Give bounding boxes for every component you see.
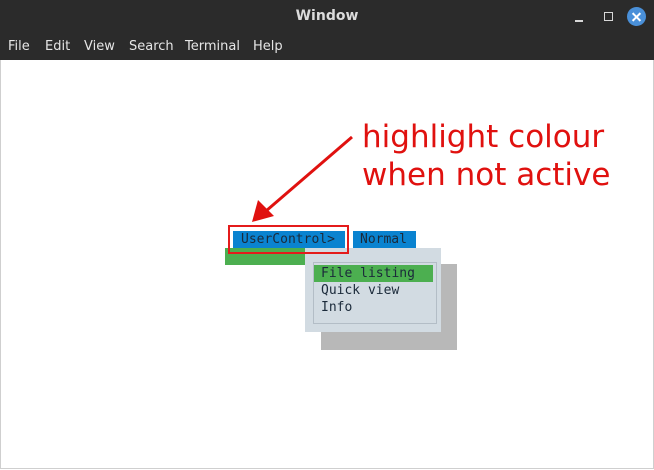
annotation-line-2: when not active [362,157,611,193]
annotation-line-1: highlight colour [362,119,605,155]
annotation-text: highlight colour when not active [362,118,610,194]
annotation-arrow-icon [252,135,353,222]
